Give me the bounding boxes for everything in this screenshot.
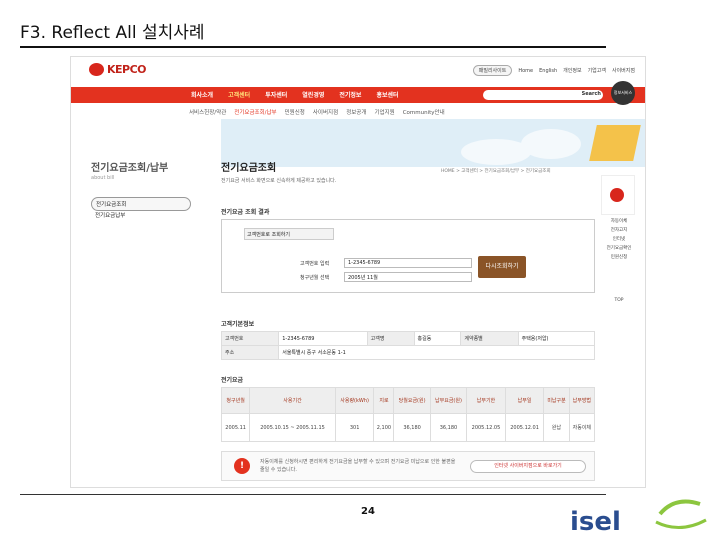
right-quick-menu: 자동이체 전자고지 인터넷 전기요금확인 민원신청 TOP	[601, 175, 637, 303]
customer-info-title: 고객기본정보	[221, 321, 255, 328]
cell-value: 1-2345-6789	[278, 331, 368, 346]
notice-box: ! 자동이체를 신청하시면 편리하게 전기요금을 납부할 수 있으며 전기요금 …	[221, 451, 595, 481]
sidebar-subheading: about bill	[91, 175, 115, 181]
info-service-badge[interactable]: 정보서비스	[611, 81, 635, 105]
header-banner-image	[221, 119, 645, 167]
bill-section-title: 전기요금	[221, 377, 244, 384]
cell-value: 주택용(저압)	[517, 331, 596, 346]
isel-logo-icon: isel	[570, 499, 707, 537]
table-cell: 36,180	[393, 413, 431, 442]
kepco-logo-text: KEPCO	[107, 63, 147, 76]
table-cell: 자동이체	[568, 413, 596, 442]
quick-link-ebill[interactable]: 전자고지	[601, 227, 637, 233]
util-link-home[interactable]: Home	[518, 68, 533, 74]
table-cell: 완납	[543, 413, 570, 442]
customer-number-label: 고객번호 입력	[300, 261, 330, 267]
cyber-branch-button[interactable]: 인터넷 사이버지점으로 바로가기	[470, 460, 586, 473]
website-screenshot: KEPCO 패밀리사이트 Home English 개인정보 기업고객 사이버지…	[70, 56, 646, 488]
table-cell: 2005.12.05	[466, 413, 506, 442]
cell-label: 주소	[220, 345, 280, 360]
nav-item[interactable]: 고객센터	[228, 90, 250, 99]
query-again-button[interactable]: 다시조회하기	[478, 256, 526, 278]
title-divider	[20, 46, 606, 48]
column-header: 지로	[373, 387, 395, 414]
sidebar-item-bill-payment[interactable]: 전기요금납부	[91, 209, 191, 221]
page-description: 전기요금 서비스 화면으로 신속하게 제공하고 있습니다.	[221, 178, 337, 184]
sub-nav: 서비스헌장/약관 전기요금조회/납부 민원신청 사이버지점 정보공개 기업지원 Commun…	[71, 105, 645, 119]
tab-customer-number[interactable]: 고객번호로 조회하기	[244, 228, 334, 240]
cell-label: 계약종별	[460, 331, 519, 346]
decor-shape	[589, 125, 641, 161]
footer-divider	[20, 494, 606, 495]
page-number: 24	[361, 506, 375, 517]
column-header: 납부일	[504, 387, 545, 414]
quick-link-civil[interactable]: 민원신청	[601, 254, 637, 260]
nav-item[interactable]: 투자센터	[265, 90, 287, 99]
table-cell: 36,180	[429, 413, 468, 442]
table-cell: 2005.12.01	[504, 413, 545, 442]
bill-month-label: 청구년월 선택	[300, 275, 330, 281]
notice-text: 자동이체를 신청하시면 편리하게 전기요금을 납부할 수 있으며 전기요금 미납…	[260, 459, 456, 473]
top-button[interactable]: TOP	[601, 298, 637, 303]
cell-value: 서울특별시 중구 서소문동 1-1	[278, 345, 595, 360]
bill-table: 청구년월 사용기간 사용량(kWh) 지로 당월요금(원) 납부요금(원) 납부기한 납부일 미…	[220, 387, 596, 442]
quick-link-internet[interactable]: 인터넷	[601, 236, 637, 242]
column-header: 납부요금(원)	[429, 387, 468, 414]
column-header: 납부기한	[466, 387, 506, 414]
subnav-item[interactable]: 서비스헌장/약관	[189, 108, 226, 116]
search-button[interactable]: Search	[582, 91, 601, 97]
subnav-item[interactable]: 민원신청	[285, 108, 305, 116]
util-link-business[interactable]: 기업고객	[588, 67, 606, 74]
table-cell: 2005.10.15 ~ 2005.11.15	[249, 413, 336, 442]
quick-menu-logo	[601, 175, 635, 215]
column-header: 납부방법	[568, 387, 596, 414]
utility-links: 패밀리사이트 Home English 개인정보 기업고객 사이버지점	[472, 65, 635, 76]
warning-icon: !	[234, 458, 250, 474]
customer-number-input[interactable]: 1-2345-6789	[344, 258, 472, 268]
cell-label: 고객명	[366, 331, 415, 346]
column-header: 청구년월	[220, 387, 251, 414]
nav-item[interactable]: 홍보센터	[376, 90, 398, 99]
kepco-logo[interactable]: KEPCO	[89, 63, 147, 76]
subnav-item[interactable]: 전기요금조회/납부	[234, 108, 276, 116]
column-header: 사용량(kWh)	[334, 387, 375, 414]
subnav-item[interactable]: 사이버지점	[313, 108, 338, 116]
table-cell: 301	[334, 413, 375, 442]
customer-info-table: 고객번호 1-2345-6789 고객명 홍길동 계약종별 주택용(저압) 주소…	[220, 331, 596, 360]
util-link-english[interactable]: English	[539, 68, 557, 74]
svg-text:isel: isel	[570, 507, 621, 536]
kepco-logo-icon	[89, 63, 104, 76]
util-link-family[interactable]: 패밀리사이트	[472, 65, 513, 76]
util-link-personal[interactable]: 개인정보	[563, 67, 581, 74]
cell-value: 홍길동	[413, 331, 462, 346]
bill-month-select[interactable]: 2005년 11월	[344, 272, 472, 282]
search-input[interactable]: Search	[483, 90, 603, 100]
table-cell: 2,100	[373, 413, 395, 442]
cell-label: 고객번호	[220, 331, 280, 346]
column-header: 당월요금(원)	[393, 387, 431, 414]
subnav-item[interactable]: Community안내	[403, 108, 445, 116]
nav-item[interactable]: 회사소개	[191, 90, 213, 99]
subnav-item[interactable]: 정보공개	[346, 108, 366, 116]
nav-item[interactable]: 열린경영	[302, 90, 324, 99]
table-cell: 2005.11	[220, 413, 251, 442]
result-title: 전기요금 조회 결과	[221, 209, 270, 216]
subnav-item[interactable]: 기업지원	[374, 108, 394, 116]
table-row: 2005.11 2005.10.15 ~ 2005.11.15 301 2,100 36…	[220, 413, 596, 442]
breadcrumb: HOME > 고객센터 > 전기요금조회/납부 > 전기요금조회	[441, 169, 551, 174]
page-title: 전기요금조회	[221, 163, 277, 174]
top-bar: KEPCO 패밀리사이트 Home English 개인정보 기업고객 사이버지…	[71, 57, 645, 85]
util-link-cyber[interactable]: 사이버지점	[612, 67, 635, 74]
column-header: 사용기간	[249, 387, 336, 414]
isel-logo: isel	[560, 494, 710, 537]
quick-link-bill-check[interactable]: 전기요금확인	[601, 245, 637, 251]
quick-link-autopay[interactable]: 자동이체	[601, 218, 637, 224]
column-header: 미납구분	[543, 387, 570, 414]
sidebar-heading: 전기요금조회/납부	[91, 163, 169, 174]
nav-item[interactable]: 전기정보	[339, 90, 361, 99]
slide-title: F3. Reflect All 설치사례	[20, 23, 205, 43]
main-nav: 회사소개 고객센터 투자센터 열린경영 전기정보 홍보센터 Search	[71, 87, 645, 103]
inquiry-form: 고객번호로 조회하기 고객번호 입력 1-2345-6789 청구년월 선택 2…	[221, 219, 595, 293]
